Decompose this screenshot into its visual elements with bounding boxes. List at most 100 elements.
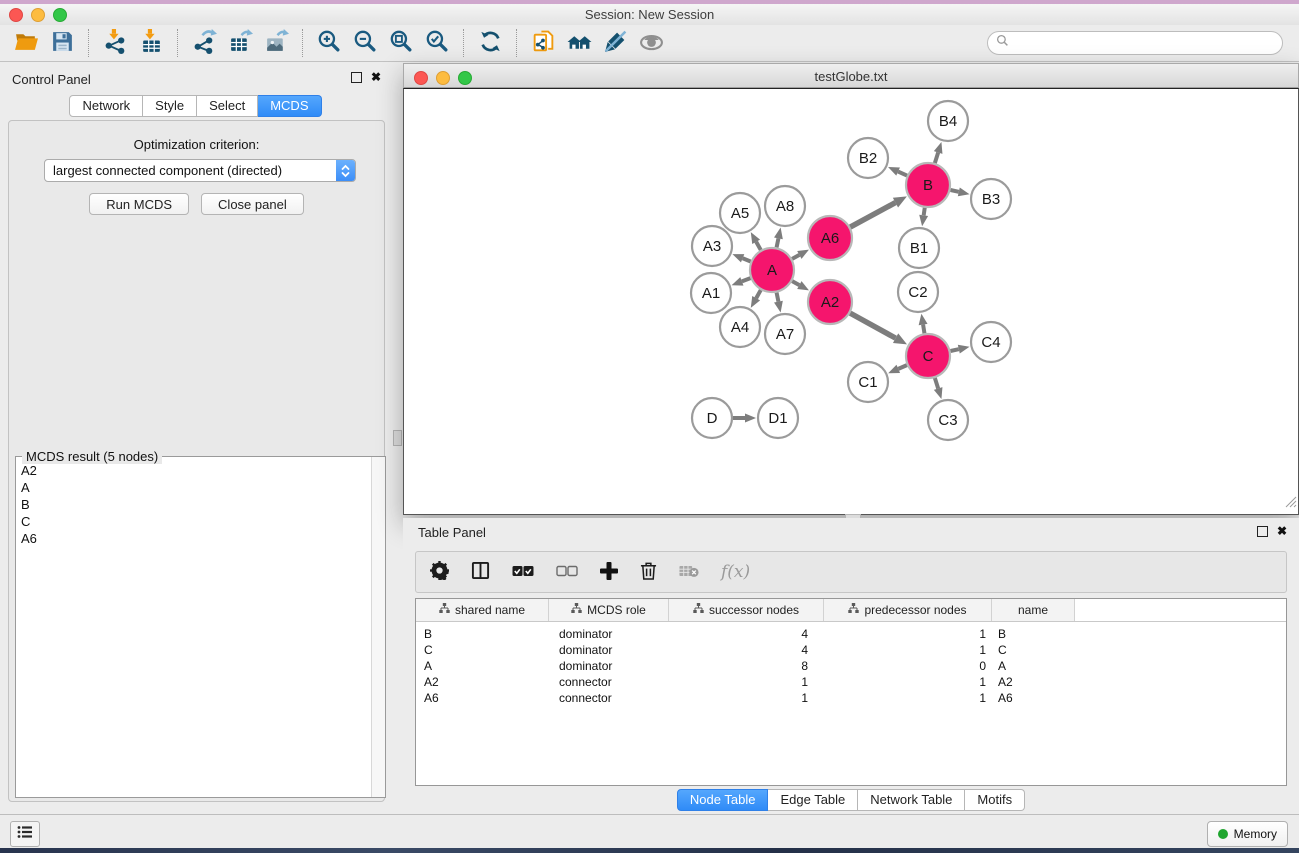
mcds-result-group: MCDS result (5 nodes) A2ABCA6 bbox=[15, 456, 386, 798]
home-button[interactable] bbox=[561, 28, 597, 58]
node-C[interactable]: C bbox=[906, 334, 950, 378]
node-B3[interactable]: B3 bbox=[971, 179, 1011, 219]
table-settings-button[interactable] bbox=[430, 561, 449, 583]
tab-style[interactable]: Style bbox=[143, 95, 197, 117]
result-scrollbar[interactable] bbox=[371, 457, 385, 797]
table-cell: A bbox=[416, 659, 549, 673]
table-row[interactable]: Cdominator41C bbox=[416, 642, 1286, 658]
new-network-from-selection-button[interactable] bbox=[525, 28, 561, 58]
node-table[interactable]: shared nameMCDS rolesuccessor nodesprede… bbox=[415, 598, 1287, 786]
column-header-MCDS-role[interactable]: MCDS role bbox=[549, 599, 669, 621]
table-row[interactable]: A6connector11A6 bbox=[416, 690, 1286, 706]
node-label: B4 bbox=[939, 113, 957, 130]
node-A8[interactable]: A8 bbox=[765, 186, 805, 226]
resize-grip-icon[interactable] bbox=[1284, 495, 1297, 513]
table-cell: 4 bbox=[669, 643, 824, 657]
column-type-icon bbox=[848, 603, 859, 617]
graphics-details-button[interactable] bbox=[597, 28, 633, 58]
node-A[interactable]: A bbox=[750, 248, 794, 292]
memory-status-icon bbox=[1218, 829, 1228, 839]
tab-node-table[interactable]: Node Table bbox=[677, 789, 769, 811]
column-visibility-button[interactable] bbox=[471, 561, 490, 583]
search-input[interactable] bbox=[1014, 35, 1274, 51]
window-title: Session: New Session bbox=[0, 7, 1299, 22]
node-B4[interactable]: B4 bbox=[928, 101, 968, 141]
result-item[interactable]: C bbox=[16, 513, 371, 530]
tab-select[interactable]: Select bbox=[197, 95, 258, 117]
zoom-out-button[interactable] bbox=[347, 28, 383, 58]
edge-C-C3 bbox=[935, 378, 938, 389]
tab-network[interactable]: Network bbox=[69, 95, 143, 117]
deselect-all-button[interactable] bbox=[556, 565, 578, 580]
node-D[interactable]: D bbox=[692, 398, 732, 438]
tab-motifs[interactable]: Motifs bbox=[965, 789, 1025, 811]
import-table-button[interactable] bbox=[133, 28, 169, 58]
float-panel-icon[interactable] bbox=[351, 72, 362, 83]
tab-edge-table[interactable]: Edge Table bbox=[768, 789, 858, 811]
zoom-fit-button[interactable] bbox=[383, 28, 419, 58]
result-item[interactable]: A6 bbox=[16, 530, 371, 547]
close-panel-icon[interactable]: ✖ bbox=[371, 72, 381, 83]
network-canvas[interactable]: B4 B2 B B3 A8A5 A6 A3 B1 A A1 C2 A2 A4A7 C4 C C1 D D1 C3 bbox=[403, 88, 1299, 515]
node-C1[interactable]: C1 bbox=[848, 362, 888, 402]
node-A6[interactable]: A6 bbox=[808, 216, 852, 260]
table-cell: 4 bbox=[669, 627, 824, 641]
column-header-shared-name[interactable]: shared name bbox=[416, 599, 549, 621]
result-item[interactable]: A2 bbox=[16, 462, 371, 479]
node-B2[interactable]: B2 bbox=[848, 138, 888, 178]
node-A2[interactable]: A2 bbox=[808, 280, 852, 324]
tab-network-table[interactable]: Network Table bbox=[858, 789, 965, 811]
node-A3[interactable]: A3 bbox=[692, 226, 732, 266]
column-type-icon bbox=[439, 603, 450, 617]
export-table-button[interactable] bbox=[222, 28, 258, 58]
node-C4[interactable]: C4 bbox=[971, 322, 1011, 362]
delete-column-button[interactable] bbox=[640, 561, 657, 583]
optimization-criterion-select[interactable]: largest connected component (directed) bbox=[44, 159, 356, 182]
result-item[interactable]: A bbox=[16, 479, 371, 496]
show-details-button[interactable] bbox=[633, 28, 669, 58]
result-item[interactable]: B bbox=[16, 496, 371, 513]
node-B[interactable]: B bbox=[906, 163, 950, 207]
import-network-button[interactable] bbox=[97, 28, 133, 58]
node-A4[interactable]: A4 bbox=[720, 307, 760, 347]
edge-arrowhead bbox=[934, 142, 943, 154]
node-A1[interactable]: A1 bbox=[691, 273, 731, 313]
zoom-selected-button[interactable] bbox=[419, 28, 455, 58]
column-header-successor-nodes[interactable]: successor nodes bbox=[669, 599, 824, 621]
table-row[interactable]: Bdominator41B bbox=[416, 626, 1286, 642]
edge-B-B4 bbox=[935, 152, 938, 163]
edge-B-B2 bbox=[898, 172, 907, 176]
apply-layout-button[interactable] bbox=[472, 28, 508, 58]
edge-A-A5 bbox=[756, 242, 761, 250]
table-row[interactable]: Adominator80A bbox=[416, 658, 1286, 674]
search-field[interactable] bbox=[987, 31, 1283, 55]
node-C2[interactable]: C2 bbox=[898, 272, 938, 312]
run-mcds-button[interactable]: Run MCDS bbox=[89, 193, 189, 215]
zoom-in-icon bbox=[317, 29, 342, 57]
select-all-button[interactable] bbox=[512, 565, 534, 580]
node-D1[interactable]: D1 bbox=[758, 398, 798, 438]
node-B1[interactable]: B1 bbox=[899, 228, 939, 268]
export-image-button[interactable] bbox=[258, 28, 294, 58]
zoom-in-button[interactable] bbox=[311, 28, 347, 58]
splitter-handle[interactable] bbox=[393, 430, 402, 446]
column-header-name[interactable]: name bbox=[992, 599, 1075, 621]
vertical-splitter[interactable] bbox=[391, 62, 403, 814]
edge-arrowhead bbox=[888, 365, 900, 374]
tab-mcds[interactable]: MCDS bbox=[258, 95, 321, 117]
node-A5[interactable]: A5 bbox=[720, 193, 760, 233]
task-history-button[interactable] bbox=[10, 821, 40, 847]
node-C3[interactable]: C3 bbox=[928, 400, 968, 440]
edge-arrowhead bbox=[958, 187, 970, 196]
open-session-button[interactable] bbox=[8, 28, 44, 58]
close-table-panel-icon[interactable]: ✖ bbox=[1277, 526, 1287, 537]
save-session-button[interactable] bbox=[44, 28, 80, 58]
float-table-panel-icon[interactable] bbox=[1257, 526, 1268, 537]
add-column-button[interactable] bbox=[600, 562, 618, 583]
node-A7[interactable]: A7 bbox=[765, 314, 805, 354]
memory-button[interactable]: Memory bbox=[1207, 821, 1288, 847]
export-network-button[interactable] bbox=[186, 28, 222, 58]
column-header-predecessor-nodes[interactable]: predecessor nodes bbox=[824, 599, 992, 621]
close-panel-button[interactable]: Close panel bbox=[201, 193, 304, 215]
table-row[interactable]: A2connector11A2 bbox=[416, 674, 1286, 690]
